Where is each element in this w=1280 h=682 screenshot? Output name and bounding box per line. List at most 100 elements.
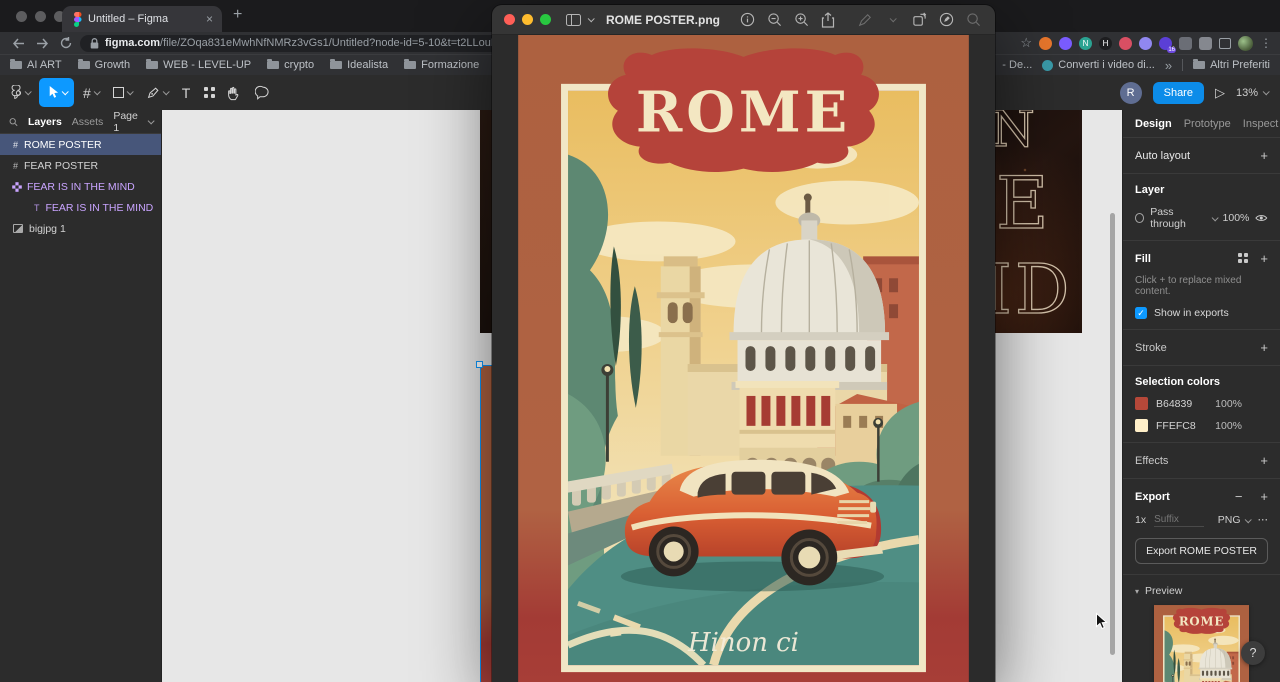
markup-pen-icon[interactable] — [855, 13, 875, 27]
bookmark-growth[interactable]: Growth — [78, 59, 130, 71]
markup-chevron-icon[interactable] — [882, 17, 902, 22]
extension-icon-n[interactable]: N — [1079, 37, 1092, 50]
add-fill-button[interactable]: + — [1260, 251, 1268, 266]
extension-icon-purple[interactable] — [1059, 37, 1072, 50]
search-icon[interactable] — [9, 117, 18, 127]
zoom-in-icon[interactable] — [791, 12, 811, 27]
add-auto-layout-button[interactable]: + — [1260, 148, 1268, 163]
sidebar-toggle-icon[interactable] — [566, 14, 581, 26]
extension-icon-ghost[interactable] — [1139, 37, 1152, 50]
canvas-scrollbar[interactable] — [1110, 213, 1115, 655]
tab-layers[interactable]: Layers — [28, 116, 62, 128]
extension-icon-badge[interactable]: 16 — [1159, 37, 1172, 50]
frame-tool[interactable]: # — [76, 75, 106, 110]
tab-design[interactable]: Design — [1135, 118, 1172, 130]
present-icon[interactable]: ▷ — [1215, 85, 1225, 101]
layer-row-fear-text[interactable]: T FEAR IS IN THE MIND — [0, 197, 161, 218]
layer-row-fear-poster[interactable]: # FEAR POSTER — [0, 155, 161, 176]
forward-icon[interactable] — [32, 34, 52, 52]
bookmark-idealista[interactable]: Idealista — [330, 59, 388, 71]
minimize-button[interactable] — [522, 14, 533, 25]
reload-icon[interactable] — [56, 34, 76, 52]
chevron-down-icon[interactable] — [1212, 214, 1219, 221]
tab-inspect[interactable]: Inspect — [1243, 118, 1278, 130]
browser-close-button[interactable] — [16, 11, 27, 22]
export-suffix-input[interactable] — [1154, 513, 1204, 527]
color-hex[interactable]: B64839 — [1156, 398, 1192, 410]
layer-row-fear-component[interactable]: FEAR IS IN THE MIND — [0, 176, 161, 197]
annotate-icon[interactable] — [936, 12, 956, 27]
preview-window[interactable]: ROME POSTER.png — [492, 5, 995, 682]
page-selector[interactable]: Page 1 — [113, 110, 152, 134]
zoom-out-icon[interactable] — [764, 12, 784, 27]
text-tool[interactable]: T — [175, 75, 198, 110]
user-avatar[interactable]: R — [1120, 82, 1142, 104]
chevron-down-icon[interactable] — [588, 15, 595, 22]
close-button[interactable] — [504, 14, 515, 25]
tab-close-icon[interactable]: × — [206, 13, 213, 25]
blend-mode-icon[interactable] — [1135, 213, 1144, 223]
color-opacity[interactable]: 100% — [1215, 398, 1242, 410]
comment-tool[interactable] — [248, 75, 277, 110]
shape-tool[interactable] — [106, 75, 139, 110]
pen-tool[interactable] — [139, 75, 175, 110]
browser-tab[interactable]: Untitled – Figma × — [62, 6, 222, 32]
layer-opacity[interactable]: 100% — [1223, 212, 1250, 224]
share-icon[interactable] — [818, 12, 838, 28]
add-effect-button[interactable]: + — [1260, 453, 1268, 468]
color-opacity[interactable]: 100% — [1215, 420, 1242, 432]
extension-icon-h[interactable]: H — [1099, 37, 1112, 50]
bookmark-partial[interactable]: - De... — [1002, 59, 1032, 71]
info-icon[interactable] — [737, 12, 757, 27]
color-swatch-cream[interactable] — [1135, 419, 1148, 432]
bookmark-formazione[interactable]: Formazione — [404, 59, 479, 71]
rotate-icon[interactable] — [909, 12, 929, 27]
export-format-select[interactable]: PNG — [1218, 514, 1250, 526]
preview-titlebar[interactable]: ROME POSTER.png — [492, 5, 995, 35]
share-button[interactable]: Share — [1153, 82, 1204, 104]
browser-menu-icon[interactable]: ⋮ — [1260, 36, 1272, 50]
back-icon[interactable] — [8, 34, 28, 52]
resources-tool[interactable] — [197, 75, 219, 110]
browser-minimize-button[interactable] — [35, 11, 46, 22]
remove-export-button[interactable]: − — [1235, 489, 1243, 504]
main-menu-button[interactable] — [4, 75, 37, 110]
show-in-exports-checkbox[interactable]: ✓ — [1135, 307, 1147, 319]
extension-icon-code[interactable] — [1179, 37, 1192, 50]
export-scale[interactable]: 1x — [1135, 514, 1146, 526]
tab-search-icon[interactable] — [1219, 38, 1231, 49]
add-export-button[interactable]: + — [1260, 489, 1268, 504]
search-icon[interactable] — [963, 12, 983, 27]
fullscreen-button[interactable] — [540, 14, 551, 25]
styles-icon[interactable] — [1238, 253, 1242, 257]
selection-color-row[interactable]: FFEFC8 100% — [1135, 419, 1268, 432]
hand-tool[interactable] — [219, 75, 248, 110]
bookmark-star-icon[interactable]: ☆ — [1020, 35, 1032, 51]
selection-handle[interactable] — [476, 361, 483, 368]
tab-prototype[interactable]: Prototype — [1184, 118, 1231, 130]
help-button[interactable]: ? — [1241, 641, 1265, 665]
export-more-icon[interactable]: ⋯ — [1258, 514, 1269, 526]
bookmark-converti[interactable]: Converti i video di... — [1042, 59, 1155, 71]
add-stroke-button[interactable]: + — [1260, 340, 1268, 355]
new-tab-button[interactable]: + — [233, 6, 242, 24]
layer-row-rome-poster[interactable]: # ROME POSTER — [0, 134, 161, 155]
browser-profile-avatar[interactable] — [1238, 36, 1253, 51]
tab-assets[interactable]: Assets — [72, 116, 104, 128]
bookmarks-overflow-chevrons[interactable]: » — [1165, 58, 1172, 73]
bookmark-ai-art[interactable]: AI ART — [10, 59, 62, 71]
extension-icon-key[interactable] — [1119, 37, 1132, 50]
extension-icon-fox[interactable] — [1039, 37, 1052, 50]
export-rome-poster-button[interactable]: Export ROME POSTER — [1135, 538, 1268, 564]
move-tool[interactable] — [39, 78, 74, 107]
color-hex[interactable]: FFEFC8 — [1156, 420, 1196, 432]
bookmark-altri-preferiti[interactable]: Altri Preferiti — [1193, 59, 1270, 71]
color-swatch-red[interactable] — [1135, 397, 1148, 410]
bookmark-web-level-up[interactable]: WEB - LEVEL-UP — [146, 59, 251, 71]
eye-icon[interactable] — [1255, 213, 1268, 223]
extensions-puzzle-icon[interactable] — [1199, 37, 1212, 50]
layer-row-bigjpg[interactable]: bigjpg 1 — [0, 218, 161, 239]
preview-section-header[interactable]: ▾ Preview — [1123, 575, 1280, 597]
zoom-control[interactable]: 13% — [1236, 87, 1268, 99]
blend-mode-value[interactable]: Pass through — [1150, 206, 1206, 230]
